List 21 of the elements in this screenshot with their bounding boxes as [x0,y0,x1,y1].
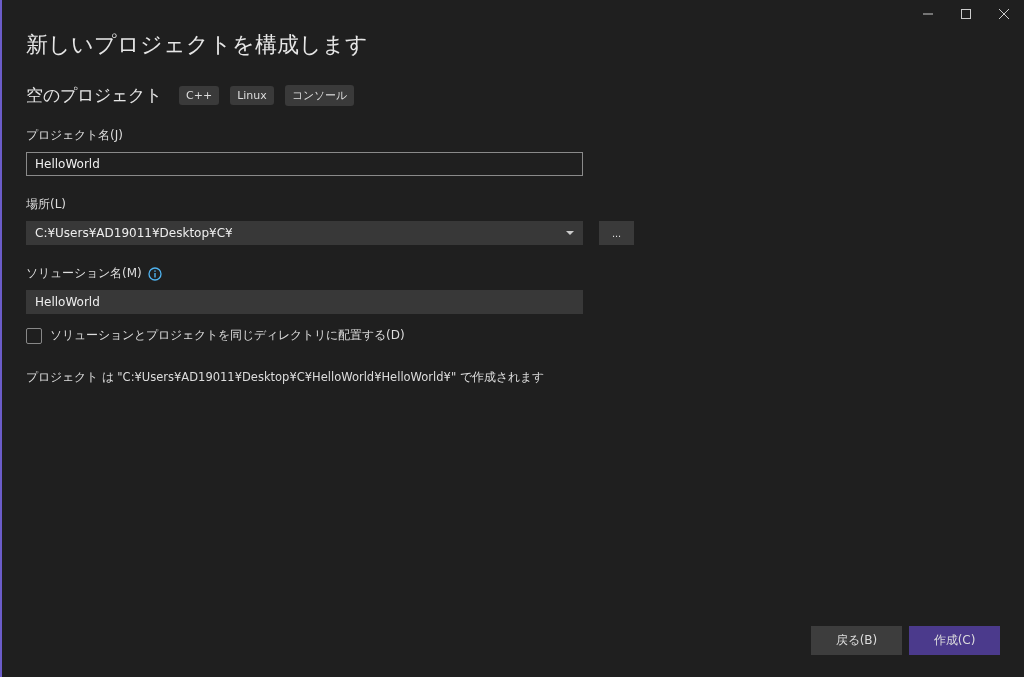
checkbox[interactable] [26,327,42,344]
field-label: ソリューション名(M) [26,265,142,282]
tag: Linux [230,86,274,105]
browse-button[interactable]: ... [599,221,634,245]
summary-text: プロジェクト は "C:¥Users¥AD19011¥Desktop¥C¥HelloWorld¥HelloWorld¥" で作成されます [26,370,545,385]
tag: コンソール [284,85,354,106]
input-field[interactable]: HelloWorld [26,290,583,314]
field-label: プロジェクト名(J) [26,127,124,144]
template-name: 空のプロジェクト [26,84,162,107]
field-label: 場所(L) [26,196,68,213]
location-dropdown[interactable]: C:¥Users¥AD19011¥Desktop¥C¥ [26,221,583,245]
close-icon [998,8,1010,20]
tag: C++ [179,86,220,105]
caret-icon [566,231,574,235]
maximize-icon [960,8,972,20]
back-button[interactable]: 戻る(B) [811,626,902,655]
checkbox-label: ソリューションとプロジェクトを同じディレクトリに配置する(D) [50,327,405,344]
create-button[interactable]: 作成(C) [909,626,1000,655]
window-title: 新しいプロジェクトを構成します [26,31,369,59]
info-icon [147,266,162,281]
input-field[interactable]: HelloWorld [26,152,583,176]
